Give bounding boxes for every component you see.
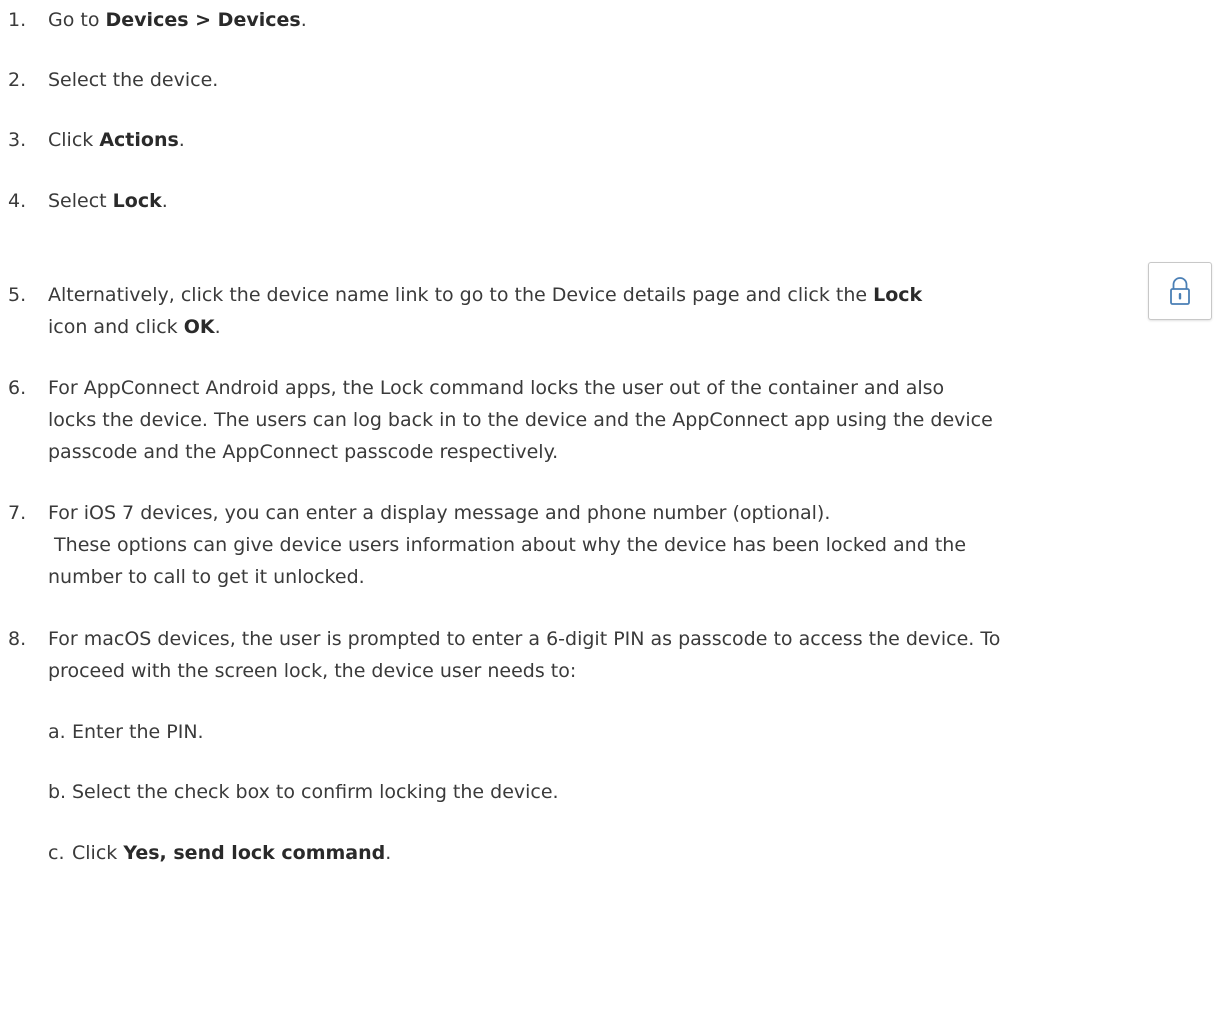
step-1: 1. Go to Devices > Devices.	[8, 4, 1223, 36]
lock-button[interactable]	[1148, 262, 1212, 320]
step-8-continued: proceed with the screen lock, the device…	[48, 660, 577, 682]
step-6-continued: locks the device. The users can log back…	[48, 409, 993, 431]
step-2: 2. Select the device.	[8, 64, 1223, 96]
document: 1. Go to Devices > Devices. 2. Select the …	[0, 0, 1228, 1015]
substep-c: c. Click Yes, send lock command.	[48, 837, 391, 869]
substep-b: b. Select the check box to confirm lockin…	[48, 776, 559, 808]
step-number: 1.	[8, 9, 27, 31]
step-7-continued: number to call to get it unlocked.	[48, 566, 365, 588]
substep-letter: b.	[48, 781, 67, 803]
menu-path: Devices > Devices	[105, 9, 301, 31]
step-number: 5.	[8, 284, 27, 306]
step-number: 4.	[8, 190, 27, 212]
step-6-continued: passcode and the AppConnect passcode res…	[48, 441, 559, 463]
actions-label: Actions	[99, 129, 179, 151]
step-7-continued: These options can give device users info…	[48, 534, 967, 556]
step-8: 8. For macOS devices, the user is prompte…	[8, 623, 1223, 655]
send-lock-command-label: Yes, send lock command	[123, 842, 386, 864]
lock-icon	[1170, 277, 1190, 305]
lock-label: Lock	[112, 190, 162, 212]
substep-a: a. Enter the PIN.	[48, 716, 204, 748]
step-5-continued: icon and click OK.	[48, 316, 221, 338]
substep-letter: c.	[48, 842, 65, 864]
step-4: 4. Select Lock.	[8, 185, 1223, 217]
step-number: 6.	[8, 377, 27, 399]
step-number: 2.	[8, 69, 27, 91]
step-number: 3.	[8, 129, 27, 151]
substep-letter: a.	[48, 721, 66, 743]
step-number: 8.	[8, 628, 27, 650]
step-5: 5. Alternatively, click the device name l…	[8, 279, 1223, 311]
step-3: 3. Click Actions.	[8, 124, 1223, 156]
step-6: 6. For AppConnect Android apps, the Lock …	[8, 372, 1223, 404]
ok-label: OK	[183, 316, 215, 338]
lock-label: Lock	[873, 284, 923, 306]
step-7: 7. For iOS 7 devices, you can enter a dis…	[8, 497, 1223, 529]
step-number: 7.	[8, 502, 27, 524]
